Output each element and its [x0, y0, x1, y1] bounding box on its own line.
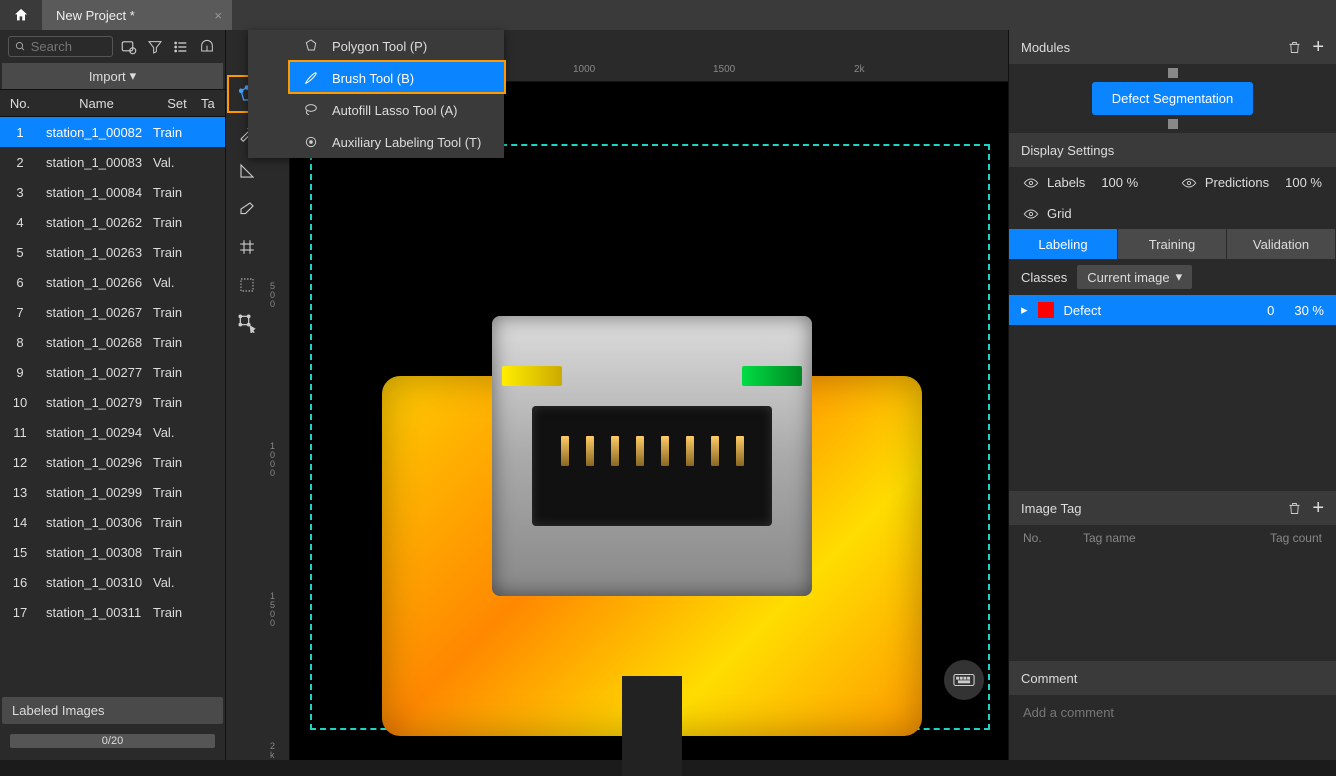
col-ta[interactable]: Ta — [201, 96, 225, 111]
toggle-grid[interactable]: Grid — [1023, 206, 1072, 221]
labeled-progress: 0/20 — [10, 734, 215, 748]
table-body: 1station_1_00082Train2station_1_00083Val… — [0, 117, 225, 693]
table-row[interactable]: 2station_1_00083Val. — [0, 147, 225, 177]
funnel-icon[interactable] — [145, 37, 165, 57]
search-input[interactable] — [8, 36, 113, 57]
ruler-vertical: 0 500 1000 1500 2k — [268, 82, 290, 760]
table-row[interactable]: 8station_1_00268Train — [0, 327, 225, 357]
table-row[interactable]: 13station_1_00299Train — [0, 477, 225, 507]
image-filter-icon[interactable] — [119, 37, 139, 57]
canvas[interactable]: Polygon Tool (P) Brush Tool (B) Autofill… — [290, 82, 1008, 760]
table-row[interactable]: 9station_1_00277Train — [0, 357, 225, 387]
table-row[interactable]: 14station_1_00306Train — [0, 507, 225, 537]
image-tag-header: Image Tag + — [1009, 491, 1336, 525]
tag-table-header: No. Tag name Tag count — [1009, 525, 1336, 551]
search-field[interactable] — [31, 39, 106, 54]
keyboard-icon[interactable] — [944, 660, 984, 700]
col-no[interactable]: No. — [0, 96, 40, 111]
tab-labeling[interactable]: Labeling — [1009, 229, 1118, 259]
display-settings-header: Display Settings — [1009, 133, 1336, 167]
menu-item-auxiliary[interactable]: Auxiliary Labeling Tool (T) — [290, 126, 504, 158]
table-row[interactable]: 16station_1_00310Val. — [0, 567, 225, 597]
menu-item-autofill-lasso[interactable]: Autofill Lasso Tool (A) — [290, 94, 504, 126]
trash-icon[interactable] — [1287, 501, 1302, 516]
tab-validation[interactable]: Validation — [1227, 229, 1336, 259]
menu-item-polygon[interactable]: Polygon Tool (P) — [290, 30, 504, 62]
project-tab-label: New Project * — [56, 8, 135, 23]
table-row[interactable]: 11station_1_00294Val. — [0, 417, 225, 447]
mode-tabs: Labeling Training Validation — [1009, 229, 1336, 259]
right-panel: Modules + Defect Segmentation Display Se… — [1008, 30, 1336, 760]
labeled-images-header[interactable]: Labeled Images — [2, 697, 223, 724]
col-name[interactable]: Name — [40, 96, 153, 111]
eye-icon — [1023, 208, 1039, 220]
trash-icon[interactable] — [1287, 40, 1302, 55]
grid-tool[interactable] — [232, 232, 262, 262]
close-icon[interactable]: × — [214, 8, 222, 23]
modules-header: Modules + — [1009, 30, 1336, 64]
import-label: Import — [89, 69, 126, 84]
table-row[interactable]: 1station_1_00082Train — [0, 117, 225, 147]
comment-input[interactable]: Add a comment — [1009, 695, 1336, 730]
eye-icon — [1023, 177, 1039, 189]
transform-tool[interactable] — [232, 308, 262, 338]
titlebar: New Project * × — [0, 0, 1336, 30]
chevron-down-icon: ▾ — [1176, 269, 1183, 285]
table-row[interactable]: 5station_1_00263Train — [0, 237, 225, 267]
toggle-labels[interactable]: Labels 100 % — [1023, 175, 1138, 190]
target-icon — [302, 134, 320, 150]
chevron-right-icon: ▸ — [1021, 302, 1028, 318]
toggle-predictions[interactable]: Predictions 100 % — [1181, 175, 1322, 190]
triangle-tool[interactable] — [232, 156, 262, 186]
classes-scope-dropdown[interactable]: Current image ▾ — [1077, 265, 1192, 289]
plus-icon[interactable]: + — [1312, 501, 1324, 516]
table-row[interactable]: 4station_1_00262Train — [0, 207, 225, 237]
module-button[interactable]: Defect Segmentation — [1092, 82, 1253, 115]
table-row[interactable]: 3station_1_00084Train — [0, 177, 225, 207]
brush-icon — [302, 70, 320, 86]
select-tool[interactable] — [232, 270, 262, 300]
import-button[interactable]: Import ▾ — [2, 63, 223, 89]
table-row[interactable]: 10station_1_00279Train — [0, 387, 225, 417]
table-row[interactable]: 7station_1_00267Train — [0, 297, 225, 327]
table-row[interactable]: 6station_1_00266Val. — [0, 267, 225, 297]
polygon-icon — [302, 38, 320, 54]
center-area: Polygon Tool 0 500 1000 1500 2k 0 500 10… — [226, 30, 1008, 760]
classes-label: Classes — [1021, 270, 1067, 285]
list-icon[interactable] — [171, 37, 191, 57]
col-set[interactable]: Set — [153, 96, 201, 111]
eye-icon — [1181, 177, 1197, 189]
eraser-tool[interactable] — [232, 194, 262, 224]
table-row[interactable]: 12station_1_00296Train — [0, 447, 225, 477]
image-content — [382, 316, 922, 736]
table-header: No. Name Set Ta — [0, 89, 225, 117]
module-graph: Defect Segmentation — [1009, 64, 1336, 133]
image-frame — [310, 144, 990, 730]
home-button[interactable] — [0, 0, 42, 30]
tab-training[interactable]: Training — [1118, 229, 1227, 259]
layout-icon[interactable] — [197, 37, 217, 57]
project-tab[interactable]: New Project * × — [42, 0, 232, 30]
table-row[interactable]: 17station_1_00311Train — [0, 597, 225, 627]
plus-icon[interactable]: + — [1312, 40, 1324, 55]
chevron-down-icon: ▾ — [130, 68, 137, 84]
table-row[interactable]: 15station_1_00308Train — [0, 537, 225, 567]
menu-item-brush[interactable]: Brush Tool (B) — [290, 62, 504, 94]
tool-dropdown-menu: Polygon Tool (P) Brush Tool (B) Autofill… — [248, 30, 504, 158]
class-item-defect[interactable]: ▸ Defect 0 30 % — [1009, 295, 1336, 325]
lasso-icon — [302, 102, 320, 118]
color-swatch — [1038, 302, 1054, 318]
comment-header: Comment — [1009, 661, 1336, 695]
left-panel: Import ▾ No. Name Set Ta 1station_1_0008… — [0, 30, 226, 760]
